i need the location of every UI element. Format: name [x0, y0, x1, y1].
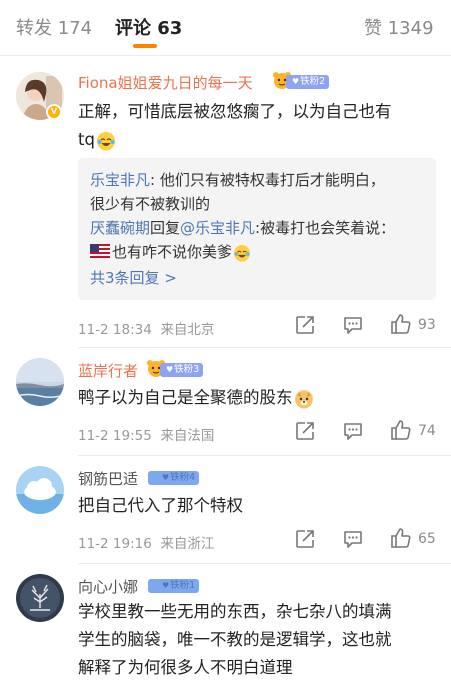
comment-text-line: tq [78, 126, 438, 154]
comment-text: 正解，可惜底层被忽悠瘸了，以为自己也有 tq [78, 98, 438, 154]
avatar[interactable] [16, 466, 64, 514]
doge-emoji-icon [294, 389, 313, 408]
reply-connector: 回复 [150, 219, 181, 237]
comment-username[interactable]: 蓝岸行者 [78, 360, 138, 381]
comment-text-line: 鸭子以为自己是全聚德的股东 [78, 388, 293, 407]
us-flag-icon [90, 241, 110, 265]
comment-text-line: 学生的脑袋，唯一不教的是逻辑学，这也就 [78, 630, 392, 649]
thumbs-up-icon[interactable] [390, 313, 412, 335]
laugh-cry-emoji-icon [96, 131, 115, 150]
comment-icon[interactable] [342, 528, 364, 550]
comment-text-line: 把自己代入了那个特权 [78, 496, 243, 515]
comment-text-line: 学校里教一些无用的东西，杂七杂八的填满 [78, 602, 392, 621]
comment-username[interactable]: 钢筋巴适 [78, 468, 138, 489]
more-replies-link[interactable]: 共3条回复 > [90, 266, 430, 290]
reply-text: 也有咋不说你美爹 [112, 243, 233, 261]
like-count: 65 [418, 531, 436, 547]
fan-badge-label: ♥铁粉4 [148, 471, 200, 485]
fan-badge-label: ♥铁粉1 [148, 579, 200, 593]
avatar[interactable] [16, 358, 64, 406]
comment-meta: 11-2 19:55 来自法国 [78, 424, 214, 444]
reply-username[interactable]: 厌蠢碗期 [90, 219, 150, 237]
like-count: 74 [418, 423, 436, 439]
comment-text: 鸭子以为自己是全聚德的股东 [78, 384, 438, 412]
comment-text-line: 解释了为何很多人不明白道理 [78, 658, 293, 677]
comment-icon[interactable] [342, 420, 364, 442]
comment-item: 钢筋巴适 ♥铁粉4 把自己代入了那个特权 11-2 19:16 来自浙江 65 [0, 456, 451, 564]
thumbs-up-icon[interactable] [390, 527, 412, 549]
comment-item: V Fiona姐姐爱九日的每一天 ♥铁粉2 正解，可惜底层被忽悠瘸了，以为自己也… [0, 56, 451, 348]
comment-text: 把自己代入了那个特权 [78, 492, 438, 520]
reply-text: : 他们只有被特权毒打后才能明白， [150, 171, 385, 189]
avatar-image [16, 574, 64, 622]
comment-date: 11-2 19:16 [78, 536, 152, 552]
reply-text: :被毒打也会笑着说： [255, 219, 396, 237]
fan-badge-label: ♥铁粉3 [160, 363, 204, 377]
comment-date: 11-2 19:55 [78, 428, 152, 444]
avatar[interactable] [16, 574, 64, 622]
tab-likes[interactable]: 赞 1349 [364, 14, 434, 40]
comment-location: 来自浙江 [160, 536, 215, 552]
reply-item: 厌蠢碗期回复@乐宝非凡:被毒打也会笑着说： 也有咋不说你美爹 [90, 216, 430, 265]
comment-location: 来自法国 [160, 428, 215, 444]
reply-username[interactable]: 乐宝非凡 [90, 171, 150, 189]
tab-comment[interactable]: 评论 63 [115, 14, 182, 40]
share-icon[interactable] [294, 528, 316, 550]
comment-meta: 11-2 19:16 来自浙江 [78, 532, 214, 552]
active-tab-indicator [133, 44, 157, 48]
comment-username[interactable]: Fiona姐姐爱九日的每一天 [78, 72, 253, 93]
laugh-cry-emoji-icon [234, 244, 251, 262]
comment-text-line: 正解，可惜底层被忽悠瘸了，以为自己也有 [78, 102, 392, 121]
comment-item: 蓝岸行者 ♥铁粉3 鸭子以为自己是全聚德的股东 11-2 19:55 来自法国 … [0, 348, 451, 456]
reply-preview-box[interactable]: 乐宝非凡: 他们只有被特权毒打后才能明白， 很少有不被教训的 厌蠢碗期回复@乐宝… [78, 158, 436, 300]
reply-item: 乐宝非凡: 他们只有被特权毒打后才能明白， 很少有不被教训的 [90, 168, 430, 216]
tab-repost[interactable]: 转发 174 [16, 14, 92, 40]
comment-username[interactable]: 向心小娜 [78, 576, 138, 597]
fan-badge-label: ♥铁粉2 [286, 75, 330, 89]
comment-item: 向心小娜 ♥铁粉1 学校里教一些无用的东西，杂七杂八的填满 学生的脑袋，唯一不教… [0, 564, 451, 680]
avatar-image [16, 358, 64, 406]
verified-badge: V [46, 104, 62, 120]
comment-location: 来自北京 [160, 322, 215, 338]
reply-text: 很少有不被教训的 [90, 195, 211, 213]
comment-meta: 11-2 18:34 来自北京 [78, 318, 214, 338]
share-icon[interactable] [294, 420, 316, 442]
like-count: 93 [418, 317, 436, 333]
thumbs-up-icon[interactable] [390, 419, 412, 441]
comment-tabs: 转发 174 评论 63 赞 1349 [0, 0, 451, 56]
comment-text: 学校里教一些无用的东西，杂七杂八的填满 学生的脑袋，唯一不教的是逻辑学，这也就 … [78, 598, 438, 680]
reply-mention[interactable]: @乐宝非凡 [180, 219, 255, 237]
comment-date: 11-2 18:34 [78, 322, 152, 338]
comment-icon[interactable] [342, 314, 364, 336]
avatar-image [16, 466, 64, 514]
share-icon[interactable] [294, 314, 316, 336]
